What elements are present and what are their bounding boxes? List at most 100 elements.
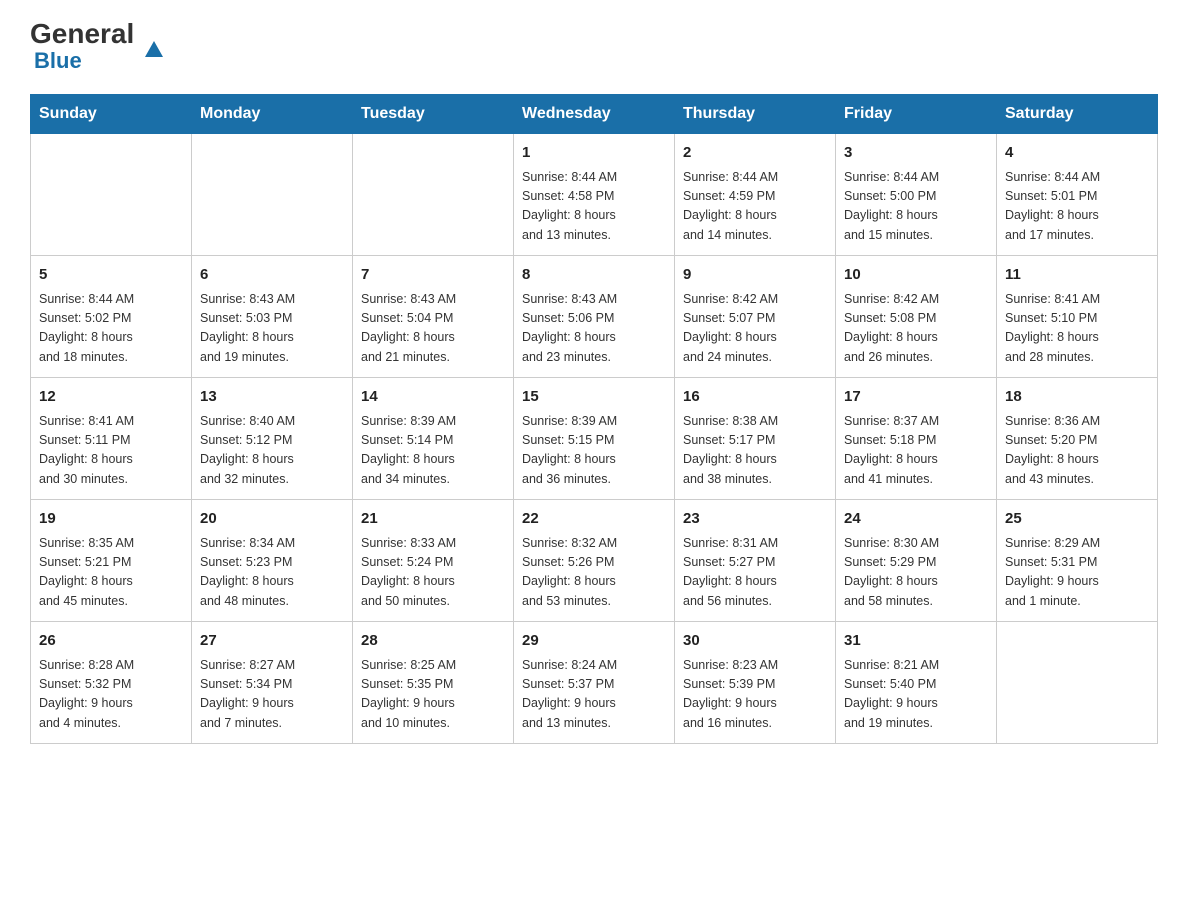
day-number: 30 [683,630,827,653]
day-header-thursday: Thursday [675,95,836,134]
day-number: 7 [361,264,505,287]
week-row-2: 5Sunrise: 8:44 AMSunset: 5:02 PMDaylight… [31,256,1158,378]
day-number: 23 [683,508,827,531]
day-info: Sunrise: 8:29 AMSunset: 5:31 PMDaylight:… [1005,534,1149,612]
day-number: 28 [361,630,505,653]
day-info: Sunrise: 8:40 AMSunset: 5:12 PMDaylight:… [200,412,344,490]
calendar-cell: 19 Sunrise: 8:35 AMSunset: 5:21 PMDayligh… [31,500,192,622]
calendar-cell: 23 Sunrise: 8:31 AMSunset: 5:27 PMDayligh… [675,500,836,622]
page-header: General Blue [30,20,1158,74]
day-number: 17 [844,386,988,409]
week-row-1: 1Sunrise: 8:44 AMSunset: 4:58 PMDaylight… [31,134,1158,256]
calendar-cell: 16Sunrise: 8:38 AMSunset: 5:17 PMDayligh… [675,378,836,500]
day-info: Sunrise: 8:25 AMSunset: 5:35 PMDaylight:… [361,656,505,734]
day-info: Sunrise: 8:35 AMSunset: 5:21 PMDaylight:… [39,534,183,612]
calendar-cell: 15 Sunrise: 8:39 AMSunset: 5:15 PMDayligh… [514,378,675,500]
day-info: Sunrise: 8:34 AMSunset: 5:23 PMDaylight:… [200,534,344,612]
logo: General Blue [30,20,145,74]
day-number: 2 [683,142,827,165]
day-header-tuesday: Tuesday [353,95,514,134]
day-info: Sunrise: 8:41 AMSunset: 5:11 PMDaylight:… [39,412,183,490]
day-info: Sunrise: 8:44 AMSunset: 4:58 PMDaylight:… [522,168,666,246]
day-header-wednesday: Wednesday [514,95,675,134]
day-header-sunday: Sunday [31,95,192,134]
day-info: Sunrise: 8:43 AMSunset: 5:03 PMDaylight:… [200,290,344,368]
day-info: Sunrise: 8:33 AMSunset: 5:24 PMDaylight:… [361,534,505,612]
calendar-cell: 24 Sunrise: 8:30 AMSunset: 5:29 PMDayligh… [836,500,997,622]
day-info: Sunrise: 8:24 AMSunset: 5:37 PMDaylight:… [522,656,666,734]
calendar-cell: 26 Sunrise: 8:28 AMSunset: 5:32 PMDayligh… [31,622,192,744]
calendar-cell: 12 Sunrise: 8:41 AMSunset: 5:11 PMDayligh… [31,378,192,500]
day-number: 26 [39,630,183,653]
calendar-cell: 3 Sunrise: 8:44 AMSunset: 5:00 PMDaylight… [836,134,997,256]
day-header-saturday: Saturday [997,95,1158,134]
day-number: 14 [361,386,505,409]
calendar-cell [31,134,192,256]
calendar-cell: 9Sunrise: 8:42 AMSunset: 5:07 PMDaylight… [675,256,836,378]
day-number: 21 [361,508,505,531]
day-info: Sunrise: 8:31 AMSunset: 5:27 PMDaylight:… [683,534,827,612]
day-info: Sunrise: 8:44 AMSunset: 5:02 PMDaylight:… [39,290,183,368]
day-number: 31 [844,630,988,653]
calendar-cell: 1Sunrise: 8:44 AMSunset: 4:58 PMDaylight… [514,134,675,256]
day-info: Sunrise: 8:28 AMSunset: 5:32 PMDaylight:… [39,656,183,734]
day-number: 11 [1005,264,1149,287]
day-number: 9 [683,264,827,287]
day-number: 10 [844,264,988,287]
calendar-cell [353,134,514,256]
day-number: 13 [200,386,344,409]
day-info: Sunrise: 8:32 AMSunset: 5:26 PMDaylight:… [522,534,666,612]
day-info: Sunrise: 8:44 AMSunset: 5:00 PMDaylight:… [844,168,988,246]
day-number: 25 [1005,508,1149,531]
calendar-cell: 25 Sunrise: 8:29 AMSunset: 5:31 PMDayligh… [997,500,1158,622]
day-info: Sunrise: 8:44 AMSunset: 5:01 PMDaylight:… [1005,168,1149,246]
day-info: Sunrise: 8:39 AMSunset: 5:14 PMDaylight:… [361,412,505,490]
calendar-cell: 22 Sunrise: 8:32 AMSunset: 5:26 PMDayligh… [514,500,675,622]
day-info: Sunrise: 8:41 AMSunset: 5:10 PMDaylight:… [1005,290,1149,368]
calendar-cell: 17 Sunrise: 8:37 AMSunset: 5:18 PMDayligh… [836,378,997,500]
day-number: 19 [39,508,183,531]
day-info: Sunrise: 8:42 AMSunset: 5:08 PMDaylight:… [844,290,988,368]
day-number: 8 [522,264,666,287]
day-info: Sunrise: 8:36 AMSunset: 5:20 PMDaylight:… [1005,412,1149,490]
day-header-friday: Friday [836,95,997,134]
calendar-cell: 2 Sunrise: 8:44 AMSunset: 4:59 PMDaylight… [675,134,836,256]
day-number: 29 [522,630,666,653]
calendar-cell: 10 Sunrise: 8:42 AMSunset: 5:08 PMDayligh… [836,256,997,378]
calendar-cell: 31Sunrise: 8:21 AMSunset: 5:40 PMDayligh… [836,622,997,744]
week-row-3: 12 Sunrise: 8:41 AMSunset: 5:11 PMDayligh… [31,378,1158,500]
day-number: 3 [844,142,988,165]
calendar-cell [192,134,353,256]
day-info: Sunrise: 8:44 AMSunset: 4:59 PMDaylight:… [683,168,827,246]
calendar-cell: 30Sunrise: 8:23 AMSunset: 5:39 PMDayligh… [675,622,836,744]
logo-general-text: General [30,20,145,48]
calendar-cell: 18 Sunrise: 8:36 AMSunset: 5:20 PMDayligh… [997,378,1158,500]
calendar-cell: 27 Sunrise: 8:27 AMSunset: 5:34 PMDayligh… [192,622,353,744]
day-number: 12 [39,386,183,409]
logo-blue-text: Blue [34,48,82,74]
day-info: Sunrise: 8:30 AMSunset: 5:29 PMDaylight:… [844,534,988,612]
calendar-cell: 20Sunrise: 8:34 AMSunset: 5:23 PMDayligh… [192,500,353,622]
calendar-cell: 21 Sunrise: 8:33 AMSunset: 5:24 PMDayligh… [353,500,514,622]
calendar-cell: 6Sunrise: 8:43 AMSunset: 5:03 PMDaylight… [192,256,353,378]
calendar-table: SundayMondayTuesdayWednesdayThursdayFrid… [30,94,1158,744]
day-number: 27 [200,630,344,653]
day-number: 24 [844,508,988,531]
day-info: Sunrise: 8:43 AMSunset: 5:04 PMDaylight:… [361,290,505,368]
calendar-cell: 5Sunrise: 8:44 AMSunset: 5:02 PMDaylight… [31,256,192,378]
calendar-cell [997,622,1158,744]
calendar-cell: 4 Sunrise: 8:44 AMSunset: 5:01 PMDaylight… [997,134,1158,256]
day-number: 22 [522,508,666,531]
calendar-cell: 29 Sunrise: 8:24 AMSunset: 5:37 PMDayligh… [514,622,675,744]
calendar-cell: 28 Sunrise: 8:25 AMSunset: 5:35 PMDayligh… [353,622,514,744]
calendar-cell: 7 Sunrise: 8:43 AMSunset: 5:04 PMDaylight… [353,256,514,378]
week-row-4: 19 Sunrise: 8:35 AMSunset: 5:21 PMDayligh… [31,500,1158,622]
day-info: Sunrise: 8:27 AMSunset: 5:34 PMDaylight:… [200,656,344,734]
day-number: 4 [1005,142,1149,165]
day-number: 16 [683,386,827,409]
day-info: Sunrise: 8:37 AMSunset: 5:18 PMDaylight:… [844,412,988,490]
day-info: Sunrise: 8:39 AMSunset: 5:15 PMDaylight:… [522,412,666,490]
day-number: 15 [522,386,666,409]
day-number: 18 [1005,386,1149,409]
calendar-cell: 11 Sunrise: 8:41 AMSunset: 5:10 PMDayligh… [997,256,1158,378]
